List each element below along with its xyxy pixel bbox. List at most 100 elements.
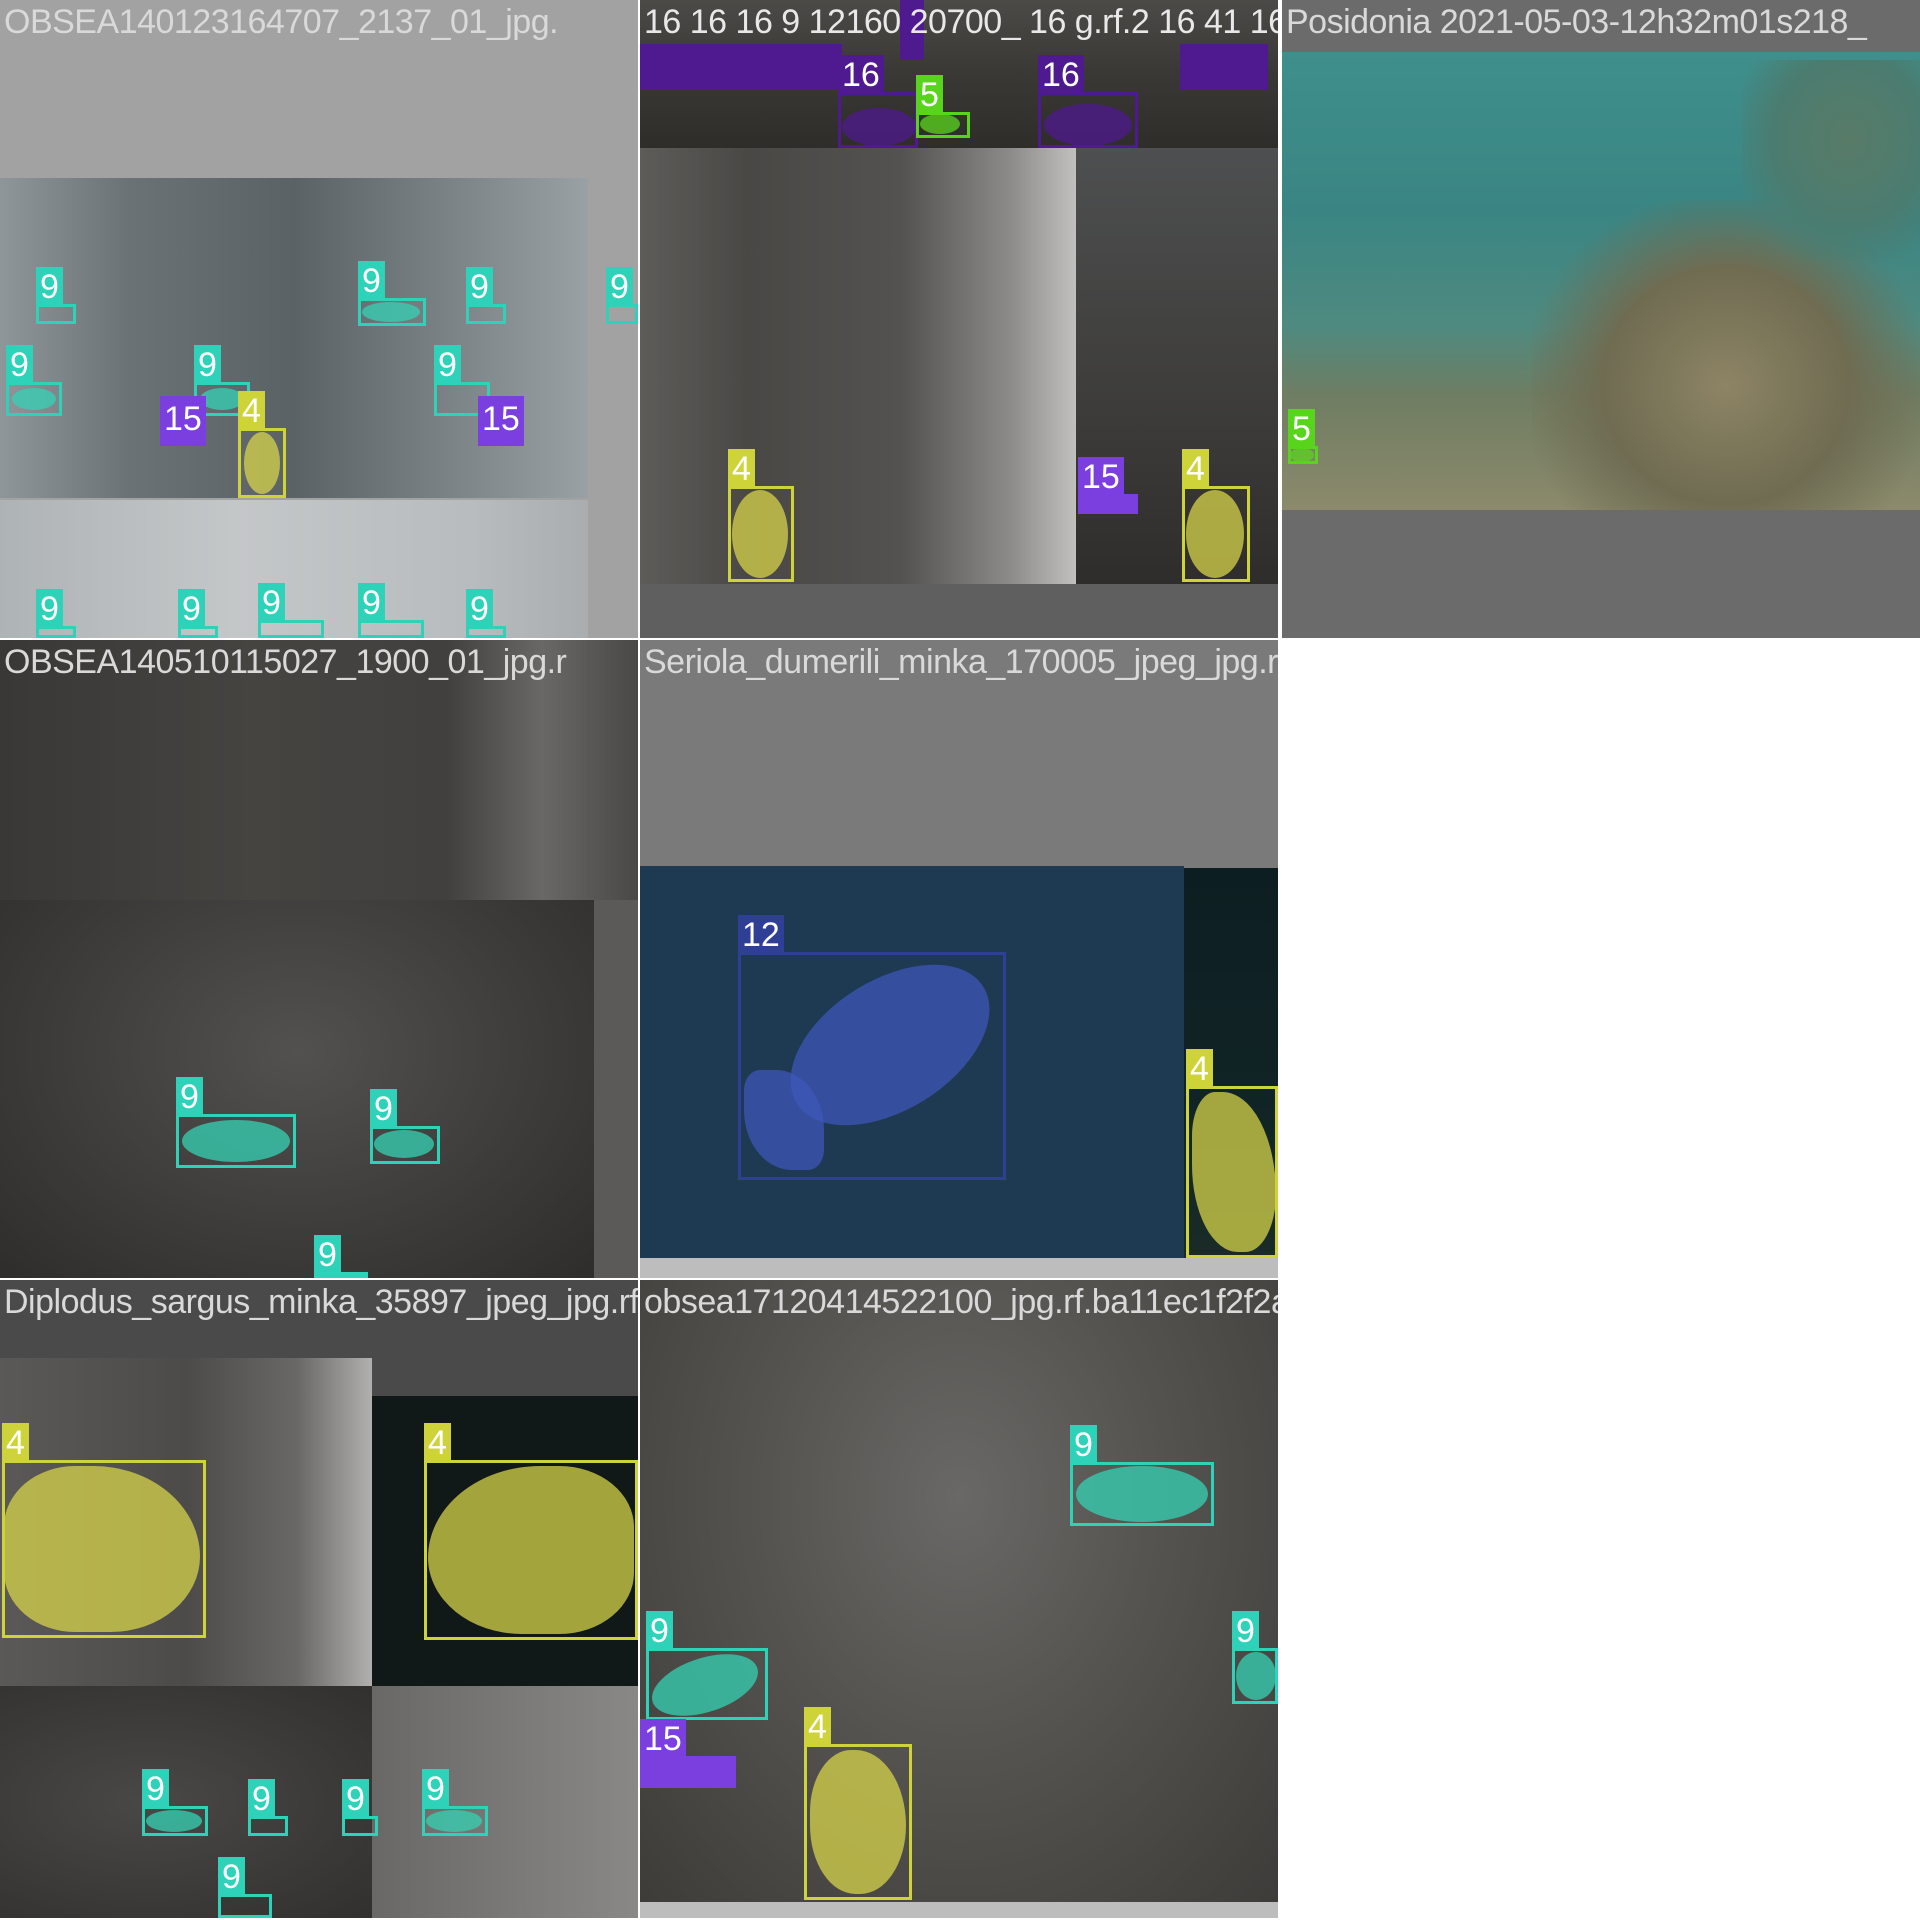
detection-box: 9 <box>606 267 638 324</box>
image-title: OBSEA140123164707_2137_01_jpg. <box>4 3 559 41</box>
detection-box: 15 <box>1078 457 1138 514</box>
class-label: 9 <box>218 1857 245 1897</box>
grid-divider <box>638 0 640 1920</box>
image-title: Posidonia 2021-05-03-12h32m01s218_ <box>1286 3 1867 41</box>
class-label: 9 <box>258 583 285 623</box>
photo-lower-band <box>640 1258 1278 1278</box>
detection-box: 9 <box>466 589 506 638</box>
detection-box: 9 <box>176 1077 296 1168</box>
detection-box: 4 <box>1186 1049 1278 1258</box>
class-label: 5 <box>916 75 943 115</box>
detection-box: 9 <box>466 267 506 324</box>
mosaic-tile-7: obsea17120414522100_jpg.rf.ba11ec1f2f2aa… <box>640 1280 1278 1918</box>
class-label: 9 <box>1070 1425 1097 1465</box>
reef-rocks <box>1742 60 1920 260</box>
detection-box <box>684 44 842 90</box>
class-label: 9 <box>606 267 633 307</box>
class-label: 9 <box>434 345 461 385</box>
class-label: 16 <box>838 55 884 95</box>
photo-gray-water <box>0 178 588 498</box>
class-label: 9 <box>466 589 493 629</box>
class-label: 4 <box>424 1423 451 1463</box>
detection-box: 4 <box>2 1423 206 1638</box>
detection-box: 9 <box>1232 1611 1278 1704</box>
class-label: 15 <box>482 400 520 438</box>
photo-main <box>640 148 1076 584</box>
detection-box: 15 <box>160 396 206 446</box>
class-label: 4 <box>1186 1049 1213 1089</box>
detection-box: 9 <box>370 1089 440 1164</box>
class-label: 4 <box>238 391 265 431</box>
image-title: OBSEA140510115027_1900_01_jpg.r <box>4 643 567 681</box>
detection-box: 4 <box>424 1423 638 1640</box>
class-label: 9 <box>422 1769 449 1809</box>
detection-box: 4 <box>728 449 794 582</box>
class-label: 9 <box>194 345 221 385</box>
image-title: Seriola_dumerili_minka_170005_jpeg_jpg.r <box>644 643 1278 681</box>
mosaic-tile-5: Seriola_dumerili_minka_170005_jpeg_jpg.r… <box>640 640 1278 1278</box>
detection-box: 4 <box>804 1707 912 1900</box>
detection-box: 12 <box>738 915 1006 1180</box>
class-label: 4 <box>804 1707 831 1747</box>
photo-right-edge <box>594 900 638 1278</box>
class-label: 4 <box>728 449 755 489</box>
photo-bottom <box>0 900 594 1278</box>
class-label: 9 <box>36 589 63 629</box>
detection-box: 9 <box>1070 1425 1214 1526</box>
detection-box: 9 <box>36 589 76 638</box>
mosaic-tile-1: OBSEA140123164707_2137_01_jpg. 9 9 9 9 9… <box>0 0 638 638</box>
class-label: 12 <box>738 915 784 955</box>
detection-box: 9 <box>358 583 424 638</box>
class-label: 9 <box>370 1089 397 1129</box>
detection-box: 9 <box>358 261 426 326</box>
detection-box: 9 <box>248 1779 288 1836</box>
class-label: 9 <box>466 267 493 307</box>
detection-box: 5 <box>916 75 970 138</box>
detection-box: 9 <box>646 1611 768 1720</box>
photo-bottom-left <box>0 1686 372 1918</box>
detection-box: 9 <box>178 589 218 638</box>
mosaic-tile-3: Posidonia 2021-05-03-12h32m01s218_ 5 <box>1282 0 1920 638</box>
detection-box: 9 <box>36 267 76 324</box>
detection-box: 4 <box>1182 449 1250 582</box>
photo-lower-band <box>640 1902 1278 1918</box>
class-label: 9 <box>176 1077 203 1117</box>
class-label: 15 <box>640 1719 686 1759</box>
class-label: 16 <box>1038 55 1084 95</box>
class-label: 9 <box>358 583 385 623</box>
detection-box: 9 <box>342 1779 378 1836</box>
image-title: obsea17120414522100_jpg.rf.ba11ec1f2f2aa <box>644 1283 1278 1321</box>
class-label: 9 <box>248 1779 275 1819</box>
detection-box: 9 <box>6 345 62 416</box>
detection-box: 5 <box>1288 409 1318 464</box>
class-label: 9 <box>178 589 205 629</box>
class-label: 9 <box>36 267 63 307</box>
detection-box <box>1180 44 1268 90</box>
detection-box <box>640 44 686 90</box>
mosaic-tile-6: Diplodus_sargus_minka_35897_jpeg_jpg.rf … <box>0 1280 638 1918</box>
class-label: 15 <box>164 400 202 438</box>
class-label: 4 <box>1182 449 1209 489</box>
photo-gray-water <box>640 1280 1278 1902</box>
detection-box: 15 <box>478 396 524 446</box>
class-label: 9 <box>314 1235 341 1275</box>
image-title: 16 16 16 9 12160 20700_ 16 g.rf.2 16 41 … <box>644 3 1278 41</box>
detection-box: 9 <box>258 583 324 638</box>
detection-box: 16 <box>1038 55 1138 148</box>
grid-divider <box>0 638 1920 640</box>
detection-box: 4 <box>238 391 286 498</box>
mosaic-tile-2: 16 16 16 9 12160 20700_ 16 g.rf.2 16 41 … <box>640 0 1278 638</box>
detection-box: 9 <box>422 1769 488 1836</box>
grid-divider <box>1280 0 1282 640</box>
detection-box: 9 <box>142 1769 208 1836</box>
grid-divider <box>0 1278 1280 1280</box>
photo-bottom-right <box>372 1686 638 1918</box>
image-title: Diplodus_sargus_minka_35897_jpeg_jpg.rf <box>4 1283 638 1321</box>
photo-bottom-strip <box>0 500 588 638</box>
class-label: 9 <box>142 1769 169 1809</box>
class-label: 9 <box>6 345 33 385</box>
detection-box: 15 <box>640 1719 736 1788</box>
class-label: 9 <box>1232 1611 1259 1651</box>
detection-box: 9 <box>218 1857 272 1918</box>
detection-box: 16 <box>838 55 918 148</box>
